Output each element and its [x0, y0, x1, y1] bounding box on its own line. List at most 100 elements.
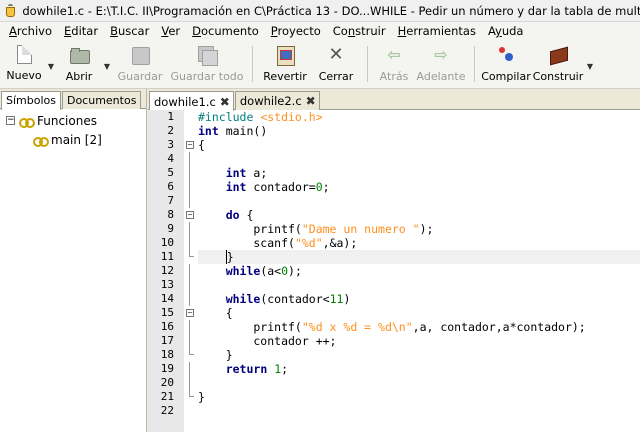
- compile-button[interactable]: Compilar: [481, 41, 531, 87]
- forward-button[interactable]: ⇨ Adelante: [414, 41, 468, 87]
- compile-icon: [496, 45, 516, 65]
- code-line[interactable]: int contador=0;: [198, 180, 640, 194]
- code-line[interactable]: return 1;: [198, 362, 640, 376]
- code-line[interactable]: }: [198, 348, 640, 362]
- menu-item[interactable]: Herramientas: [392, 22, 482, 41]
- code-line[interactable]: #include <stdio.h>: [198, 110, 640, 124]
- code-line[interactable]: {: [198, 138, 640, 152]
- new-button[interactable]: Nuevo: [2, 41, 46, 87]
- line-number: 14: [160, 292, 174, 305]
- close-tab-icon[interactable]: ✖: [306, 94, 316, 108]
- code-line[interactable]: ​: [198, 404, 640, 418]
- fold-toggle-icon[interactable]: −: [186, 309, 194, 317]
- build-dropdown-arrow[interactable]: ▼: [585, 41, 595, 87]
- line-number: 3: [167, 138, 174, 151]
- code-line[interactable]: printf("Dame un numero ");: [198, 222, 640, 236]
- line-number-gutter: 1 2 3 4 5 6 7 8 9 10 11 12 13 14 15 16 17 18 19 20 21 22: [148, 110, 184, 432]
- line-number: 9: [167, 222, 174, 235]
- code-line[interactable]: }: [198, 250, 640, 264]
- function-icon: [19, 116, 35, 128]
- line-number: 7: [167, 194, 174, 207]
- menu-item[interactable]: Ayuda: [482, 22, 530, 41]
- document-tabs: dowhile1.c ✖ dowhile2.c ✖: [148, 89, 640, 111]
- back-button-label: Atrás: [379, 70, 409, 83]
- tab-symbols[interactable]: Símbolos: [1, 91, 61, 110]
- tree-group-label: Funciones: [37, 113, 97, 128]
- open-dropdown-arrow[interactable]: ▼: [102, 41, 112, 87]
- arrow-left-icon: ⇦: [387, 45, 401, 64]
- tree-item-main[interactable]: main [2]: [0, 130, 146, 149]
- save-button[interactable]: Guardar: [112, 41, 168, 87]
- menu-item[interactable]: Editar: [58, 22, 104, 41]
- compile-button-label: Compilar: [481, 70, 531, 83]
- save-all-button-label: Guardar todo: [170, 70, 244, 83]
- tree-group-functions[interactable]: − Funciones: [0, 111, 146, 130]
- code-line[interactable]: printf("%d x %d = %d\n",a, contador,a*co…: [198, 320, 640, 334]
- back-button[interactable]: ⇦ Atrás: [374, 41, 414, 87]
- build-button[interactable]: Construir: [531, 41, 585, 87]
- geany-app-icon: [4, 3, 16, 18]
- code-line[interactable]: while(a<0);: [198, 264, 640, 278]
- code-line[interactable]: do {: [198, 208, 640, 222]
- line-number: 16: [160, 320, 174, 333]
- open-folder-icon: [69, 45, 90, 65]
- code-line[interactable]: ​: [198, 278, 640, 292]
- close-button-label: Cerrar: [318, 70, 354, 83]
- tree-item-label: main [2]: [51, 132, 102, 147]
- menu-item[interactable]: Buscar: [104, 22, 155, 41]
- toolbar-separator: [367, 46, 368, 82]
- new-button-label: Nuevo: [6, 69, 42, 82]
- code-line[interactable]: ​: [198, 376, 640, 390]
- code-line[interactable]: }: [198, 390, 640, 404]
- line-number: 5: [167, 166, 174, 179]
- fold-toggle-icon[interactable]: −: [186, 211, 194, 219]
- toolbar-separator: [252, 46, 253, 82]
- code-line[interactable]: scanf("%d",&a);: [198, 236, 640, 250]
- line-number: 2: [167, 124, 174, 137]
- code-line[interactable]: int a;: [198, 166, 640, 180]
- menu-item[interactable]: Construir: [327, 22, 392, 41]
- code-line[interactable]: {: [198, 306, 640, 320]
- symbol-tree: − Funciones main [2]: [0, 109, 146, 149]
- tab-dowhile1[interactable]: dowhile1.c ✖: [149, 91, 234, 111]
- line-number: 10: [160, 236, 174, 249]
- code-text[interactable]: #include <stdio.h>int main(){​ int a; in…: [198, 110, 640, 418]
- revert-button-label: Revertir: [263, 70, 307, 83]
- fold-margin[interactable]: − − −: [184, 110, 196, 432]
- line-number: 11: [160, 250, 174, 263]
- fold-toggle-icon[interactable]: −: [186, 141, 194, 149]
- toolbar-separator: [474, 46, 475, 82]
- line-number: 1: [167, 110, 174, 123]
- window-title: dowhile1.c - E:\T.I.C. II\Programación e…: [22, 3, 640, 18]
- line-number: 22: [160, 404, 174, 417]
- line-number: 12: [160, 264, 174, 277]
- title-bar: dowhile1.c - E:\T.I.C. II\Programación e…: [0, 0, 640, 22]
- function-icon: [33, 135, 49, 147]
- menu-item[interactable]: Proyecto: [265, 22, 327, 41]
- arrow-right-icon: ⇨: [434, 45, 448, 64]
- open-button[interactable]: Abrir: [56, 41, 102, 87]
- code-line[interactable]: ​: [198, 152, 640, 166]
- revert-button[interactable]: Revertir: [259, 41, 311, 87]
- tab-dowhile2[interactable]: dowhile2.c ✖: [234, 91, 320, 110]
- new-dropdown-arrow[interactable]: ▼: [46, 41, 56, 87]
- save-all-button[interactable]: Guardar todo: [168, 41, 246, 87]
- menu-item[interactable]: Ver: [155, 22, 186, 41]
- open-button-label: Abrir: [65, 70, 93, 83]
- code-line[interactable]: contador ++;: [198, 334, 640, 348]
- code-line[interactable]: ​: [198, 194, 640, 208]
- save-all-icon: [197, 45, 218, 66]
- tab-documents[interactable]: Documentos: [61, 91, 142, 109]
- line-number: 20: [160, 376, 174, 389]
- line-number: 8: [167, 208, 174, 221]
- code-editor[interactable]: 1 2 3 4 5 6 7 8 9 10 11 12 13 14 15 16 17 18 19 20 21 22 − − − …: [148, 110, 640, 432]
- line-number: 4: [167, 152, 174, 165]
- code-line[interactable]: int main(): [198, 124, 640, 138]
- menu-item[interactable]: Archivo: [3, 22, 58, 41]
- collapse-icon[interactable]: −: [6, 116, 15, 125]
- code-line[interactable]: while(contador<11): [198, 292, 640, 306]
- menu-item[interactable]: Documento: [186, 22, 265, 41]
- close-tab-icon[interactable]: ✖: [220, 95, 230, 109]
- close-button[interactable]: ✕ Cerrar: [311, 41, 361, 87]
- line-number: 15: [160, 306, 174, 319]
